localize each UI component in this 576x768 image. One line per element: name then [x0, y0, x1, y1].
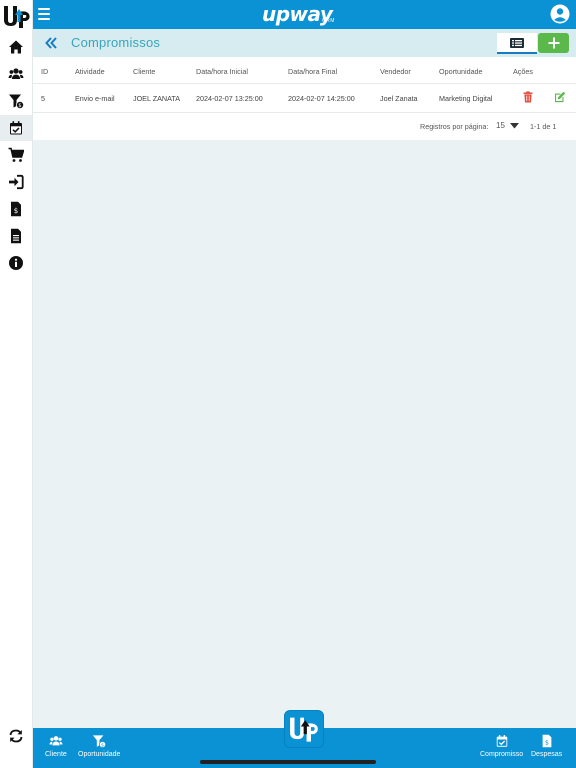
- bottom-nav-label: Oportunidade: [78, 751, 121, 758]
- cell-cliente: JOEL ZANATA: [133, 94, 180, 103]
- hamburger-icon[interactable]: [38, 8, 50, 20]
- up-logo-icon[interactable]: [2, 2, 32, 30]
- sidebar-item-info[interactable]: [7, 254, 25, 272]
- column-header-data-final[interactable]: Data/hora Final: [288, 67, 337, 76]
- chevron-double-left-icon[interactable]: [43, 35, 59, 51]
- cell-data-final: 2024-02-07 14:25:00: [288, 94, 355, 103]
- svg-text:$: $: [18, 103, 21, 109]
- brand-logo: upway CRM: [262, 1, 335, 28]
- bottom-nav-label: Cliente: [45, 751, 67, 758]
- column-header-vendedor[interactable]: Vendedor: [380, 67, 411, 76]
- sidebar: $ $: [0, 0, 33, 768]
- file-invoice-dollar-icon: $: [542, 734, 551, 748]
- cell-data-inicial: 2024-02-07 13:25:00: [196, 94, 263, 103]
- svg-text:$: $: [101, 742, 104, 748]
- svg-text:$: $: [545, 740, 549, 747]
- sidebar-item-documentos[interactable]: [7, 227, 25, 245]
- cell-atividade: Envio e-mail: [75, 94, 115, 103]
- sign-in-icon: [9, 174, 24, 190]
- funnel-dollar-icon: $: [93, 735, 107, 748]
- panel-header: Compromissos: [33, 29, 576, 57]
- sidebar-item-entrar[interactable]: [7, 173, 25, 191]
- up-logo-icon: [290, 717, 318, 742]
- column-header-oportunidade[interactable]: Oportunidade: [439, 67, 483, 76]
- home-indicator: [200, 760, 376, 764]
- page-title: Compromissos: [71, 35, 161, 50]
- cell-vendedor: Joel Zanata: [380, 94, 418, 103]
- pager-label: Registros por página:: [420, 122, 489, 131]
- users-icon: [49, 736, 63, 746]
- column-header-atividade[interactable]: Atividade: [75, 67, 105, 76]
- bottom-nav-oportunidade[interactable]: $ Oportunidade: [78, 734, 120, 758]
- cell-oportunidade: Marketing Digital: [439, 94, 493, 103]
- top-bar: upway CRM: [0, 0, 576, 29]
- sidebar-item-vendas[interactable]: [7, 146, 25, 164]
- brand-subtitle: CRM: [322, 18, 335, 24]
- sidebar-item-compromissos[interactable]: [0, 115, 32, 141]
- column-header-data-inicial[interactable]: Data/hora Inicial: [196, 67, 248, 76]
- calendar-check-icon: [496, 735, 507, 747]
- column-header-id[interactable]: ID: [41, 67, 48, 76]
- sidebar-item-home[interactable]: [7, 38, 25, 56]
- bottom-nav-cliente[interactable]: Cliente: [45, 734, 67, 758]
- file-invoice-dollar-icon: $: [11, 201, 21, 217]
- column-header-acoes: Ações: [513, 67, 533, 76]
- list-view-button[interactable]: [497, 33, 537, 54]
- list-icon: [510, 37, 524, 48]
- trash-icon[interactable]: [522, 91, 534, 103]
- sidebar-item-despesas[interactable]: $: [7, 200, 25, 218]
- home-icon: [9, 40, 23, 54]
- center-up-logo-button[interactable]: [284, 710, 324, 748]
- refresh-icon[interactable]: [8, 728, 24, 744]
- sidebar-item-oportunidades[interactable]: $: [7, 92, 25, 110]
- plus-icon: [548, 37, 559, 49]
- pager-range: 1-1 de 1: [530, 122, 557, 131]
- row-divider: [33, 112, 576, 113]
- cell-id: 5: [41, 94, 45, 103]
- calendar-check-icon: [10, 121, 22, 135]
- per-page-select[interactable]: 15: [494, 119, 522, 133]
- edit-icon[interactable]: [554, 91, 566, 103]
- bottom-nav-compromisso[interactable]: Compromisso: [480, 734, 523, 758]
- header-divider: [33, 83, 576, 84]
- per-page-value: 15: [496, 121, 505, 130]
- users-icon: [8, 68, 24, 79]
- info-icon: [9, 256, 23, 270]
- svg-text:$: $: [14, 207, 18, 215]
- compromissos-table: ID Atividade Cliente Data/hora Inicial D…: [33, 57, 576, 140]
- funnel-dollar-icon: $: [9, 94, 24, 109]
- column-header-cliente[interactable]: Cliente: [133, 67, 155, 76]
- cart-icon: [8, 147, 24, 162]
- bottom-nav-label: Despesas: [531, 751, 563, 758]
- user-icon[interactable]: [550, 4, 570, 24]
- add-button[interactable]: [538, 33, 569, 53]
- bottom-nav-despesas[interactable]: $ Despesas: [531, 734, 562, 758]
- sidebar-item-clientes[interactable]: [7, 65, 25, 83]
- bottom-nav-label: Compromisso: [480, 751, 524, 758]
- caret-down-icon: [510, 123, 519, 129]
- file-text-icon: [11, 228, 21, 244]
